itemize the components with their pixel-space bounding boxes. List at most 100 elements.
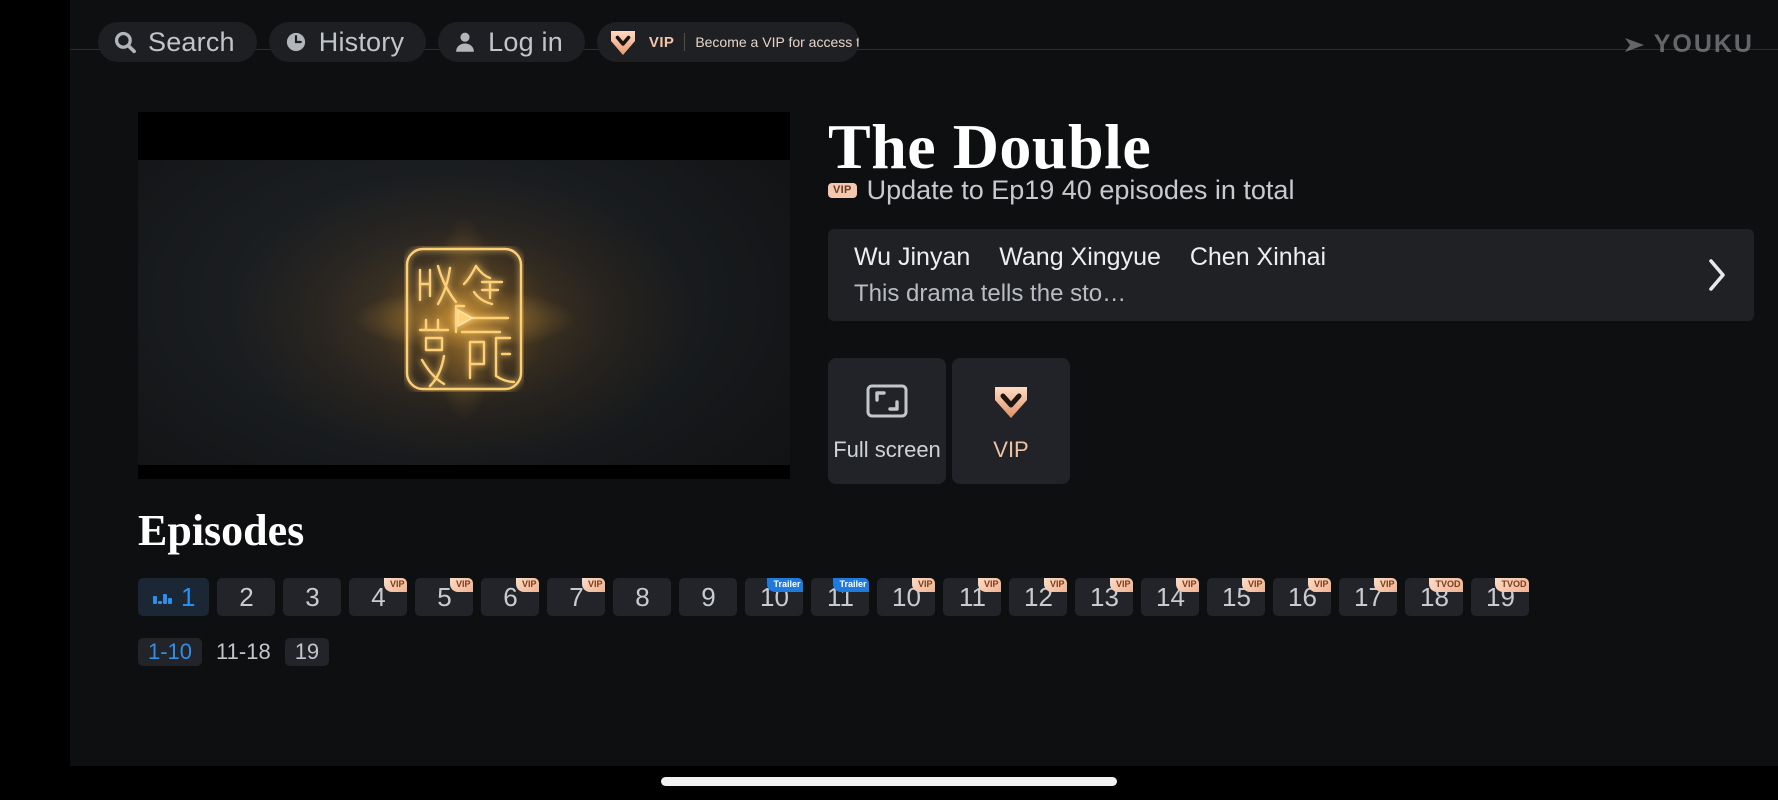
- china-net-av-play-logo: [405, 247, 523, 390]
- player-video-frame: [138, 160, 790, 465]
- episode-pagination[interactable]: 1-10 11-18 19: [138, 638, 330, 666]
- episode-button[interactable]: 1: [138, 578, 210, 616]
- nav-item-login[interactable]: Log in: [438, 22, 585, 62]
- episode-number: 5: [437, 582, 452, 612]
- device-screen: Search History Log in VIP Become a VIP f…: [0, 0, 1778, 800]
- action-button-row: Full screen VIP: [828, 358, 1070, 484]
- episode-number: 8: [635, 582, 650, 612]
- player-logo: [299, 203, 629, 434]
- nav-item-history[interactable]: History: [268, 22, 427, 62]
- fullscreen-button[interactable]: Full screen: [828, 358, 946, 484]
- episodes-heading: Episodes: [138, 506, 305, 555]
- episode-button[interactable]: 10 VIP: [877, 578, 936, 616]
- episode-page-tab[interactable]: 1-10: [138, 638, 203, 666]
- episode-badge-vip: VIP: [1241, 578, 1266, 592]
- now-playing-bars-icon: [153, 594, 172, 604]
- episode-badge-tvod: TVOD: [1495, 578, 1530, 592]
- show-description: This drama tells the sto…: [854, 279, 1127, 307]
- episode-page-tab[interactable]: 19: [284, 638, 330, 666]
- cast-list: Wu Jinyan Wang Xingyue Chen Xinhai: [854, 243, 1688, 272]
- episode-button[interactable]: 13 VIP: [1075, 578, 1134, 616]
- nav-item-search-label: Search: [148, 27, 235, 57]
- episode-badge-vip: VIP: [1307, 578, 1332, 592]
- episode-number: 4: [371, 582, 386, 612]
- episode-page-tab[interactable]: 11-18: [206, 638, 281, 666]
- vip-banner-message: Become a VIP for access to exclusive: [695, 34, 859, 50]
- episode-button[interactable]: 7 VIP: [547, 578, 606, 616]
- nav-item-search[interactable]: Search: [98, 22, 257, 62]
- vip-promo-banner[interactable]: VIP Become a VIP for access to exclusive: [596, 22, 859, 62]
- episode-badge-tvod: TVOD: [1429, 578, 1464, 592]
- cast-member: Wu Jinyan: [854, 242, 971, 271]
- cast-member: Wang Xingyue: [999, 242, 1161, 271]
- episode-button[interactable]: 18 TVOD: [1405, 578, 1464, 616]
- page-title: The Double: [828, 111, 1152, 182]
- episode-button[interactable]: 12 VIP: [1009, 578, 1068, 616]
- episode-button[interactable]: 2: [217, 578, 276, 616]
- episode-badge-vip: VIP: [1373, 578, 1398, 592]
- show-info-body: Wu Jinyan Wang Xingyue Chen Xinhai This …: [854, 243, 1688, 308]
- youku-brand-logo: YOUKU: [1622, 30, 1754, 59]
- episode-badge-vip: VIP: [581, 578, 606, 592]
- episode-number: 6: [503, 582, 518, 612]
- episode-badge-vip: VIP: [1109, 578, 1134, 592]
- youku-brand-text: YOUKU: [1653, 30, 1754, 58]
- user-account-icon: [456, 32, 475, 52]
- episode-button[interactable]: 11 VIP: [943, 578, 1002, 616]
- episode-number: 1: [181, 582, 196, 612]
- episode-badge-trailer: Trailer: [767, 578, 804, 592]
- episode-number: 3: [305, 582, 320, 612]
- fullscreen-icon: [866, 384, 908, 418]
- vip-button[interactable]: VIP: [952, 358, 1070, 484]
- search-icon: [114, 31, 136, 54]
- vip-diamond-icon: [995, 387, 1027, 418]
- episode-badge-vip: VIP: [977, 578, 1002, 592]
- episode-button[interactable]: 10 Trailer: [745, 578, 804, 616]
- app-content: Search History Log in VIP Become a VIP f…: [70, 0, 1778, 766]
- episode-button[interactable]: 19 TVOD: [1471, 578, 1530, 616]
- video-player[interactable]: [138, 112, 790, 479]
- episode-button[interactable]: 9: [679, 578, 738, 616]
- play-triangle-icon: [457, 308, 474, 327]
- vip-badge: VIP: [828, 183, 857, 198]
- episode-badge-vip: VIP: [911, 578, 936, 592]
- show-info-card[interactable]: Wu Jinyan Wang Xingyue Chen Xinhai This …: [828, 229, 1754, 321]
- vip-banner-tag: VIP: [648, 33, 675, 51]
- update-status-text: Update to Ep19 40 episodes in total: [866, 175, 1295, 205]
- top-navigation-bar: Search History Log in VIP Become a VIP f…: [70, 22, 1778, 66]
- update-status-line: VIP Update to Ep19 40 episodes in total: [828, 175, 1294, 206]
- episode-button[interactable]: 3: [283, 578, 342, 616]
- episode-button[interactable]: 5 VIP: [415, 578, 474, 616]
- youku-play-arrow-icon: [1624, 37, 1644, 52]
- letterbox-bottom: [138, 465, 790, 479]
- episode-number: 9: [701, 582, 716, 612]
- vip-button-label: VIP: [993, 437, 1029, 462]
- cast-member: Chen Xinhai: [1189, 242, 1327, 271]
- episode-list[interactable]: 1 2 3 4 VIP 5 VIP 6 VIP 7 VIP 8 9 10 Trailer 11 Trailer 1…: [138, 578, 1778, 616]
- history-clock-icon: [286, 32, 305, 52]
- episode-badge-vip: VIP: [1043, 578, 1068, 592]
- nav-item-login-label: Log in: [488, 27, 563, 57]
- episode-badge-vip: VIP: [515, 578, 540, 592]
- episode-button[interactable]: 6 VIP: [481, 578, 540, 616]
- nav-pill-row: Search History Log in VIP Become a VIP f…: [98, 22, 859, 62]
- episode-button[interactable]: 11 Trailer: [811, 578, 870, 616]
- episode-badge-vip: VIP: [383, 578, 408, 592]
- episode-badge-vip: VIP: [1175, 578, 1200, 592]
- episode-badge-vip: VIP: [449, 578, 474, 592]
- episode-button[interactable]: 15 VIP: [1207, 578, 1266, 616]
- vip-diamond-icon: [610, 31, 635, 55]
- home-indicator: [661, 777, 1117, 786]
- letterbox-top: [138, 112, 790, 160]
- chevron-right-icon[interactable]: [1706, 255, 1728, 295]
- episode-button[interactable]: 16 VIP: [1273, 578, 1332, 616]
- episode-button[interactable]: 14 VIP: [1141, 578, 1200, 616]
- episode-badge-trailer: Trailer: [833, 578, 870, 592]
- episode-button[interactable]: 4 VIP: [349, 578, 408, 616]
- fullscreen-button-label: Full screen: [833, 437, 941, 462]
- episode-number: 7: [569, 582, 584, 612]
- episode-button[interactable]: 8: [613, 578, 672, 616]
- nav-item-history-label: History: [318, 27, 405, 57]
- episode-number: 2: [239, 582, 254, 612]
- episode-button[interactable]: 17 VIP: [1339, 578, 1398, 616]
